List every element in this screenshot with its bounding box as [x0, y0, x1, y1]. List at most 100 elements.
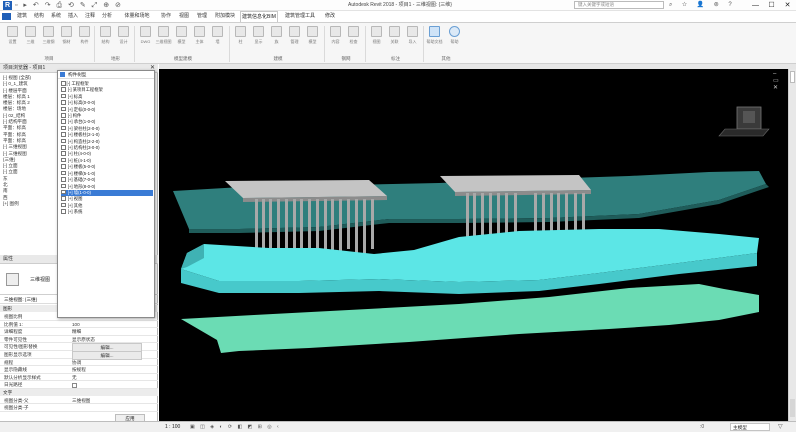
- ribbon-button[interactable]: 内容: [327, 25, 344, 51]
- ribbon-button[interactable]: 墙: [209, 25, 226, 51]
- ribbon-button[interactable]: 检查: [345, 25, 362, 51]
- pile[interactable]: [331, 199, 334, 255]
- checkbox[interactable]: [61, 157, 66, 163]
- view-control-bar[interactable]: ▣ ◫ ◈ ◐ ⟳ ◧ ◩ ⊞ ◎ ‹: [190, 422, 281, 432]
- close-icon[interactable]: ✕: [780, 0, 795, 11]
- revit-logo-icon[interactable]: R: [3, 1, 12, 10]
- tree-item[interactable]: [+] 系统: [61, 209, 153, 215]
- property-row[interactable]: 零件可见性 显示原状态: [0, 336, 158, 344]
- checkbox[interactable]: [61, 132, 66, 137]
- 3d-viewport[interactable]: – ▭ ✕: [159, 69, 788, 421]
- ribbon-button[interactable]: 族: [268, 25, 285, 51]
- view-window-controls[interactable]: – ▭ ✕: [773, 71, 788, 91]
- pile[interactable]: [371, 199, 374, 249]
- ribbon-button[interactable]: 设计: [115, 25, 132, 51]
- tab-collaborate[interactable]: 协作: [158, 11, 174, 22]
- slab-left[interactable]: [225, 180, 387, 198]
- tab-manage[interactable]: 管理: [194, 11, 210, 22]
- ribbon-button[interactable]: 模型: [173, 25, 190, 51]
- viewport-scrollbar[interactable]: [788, 69, 796, 421]
- property-row[interactable]: 图形显示选项 编辑...: [0, 351, 158, 361]
- property-row[interactable]: 规程 协调: [0, 359, 158, 367]
- checkbox[interactable]: [61, 138, 66, 144]
- checkbox[interactable]: [61, 170, 66, 176]
- help-button[interactable]: 帮助: [446, 25, 463, 51]
- checkbox[interactable]: [61, 93, 66, 99]
- checkbox[interactable]: [61, 113, 66, 118]
- tab-bim[interactable]: 建筑信息化BIM: [240, 11, 278, 22]
- checkbox[interactable]: [61, 209, 66, 214]
- checkbox[interactable]: [61, 87, 66, 92]
- checkbox[interactable]: [61, 119, 66, 124]
- tab-modify[interactable]: 修改: [322, 11, 338, 22]
- ribbon-button[interactable]: 柱: [232, 25, 249, 51]
- ribbon-button[interactable]: 结构: [97, 25, 114, 51]
- ribbon-button[interactable]: 模型: [304, 25, 321, 51]
- checkbox[interactable]: [61, 125, 66, 131]
- checkbox[interactable]: [61, 100, 66, 105]
- ribbon-button[interactable]: 设置: [4, 25, 21, 51]
- ribbon-button[interactable]: 管理: [286, 25, 303, 51]
- property-row[interactable]: 视图分类-父 三维视图: [0, 397, 158, 405]
- tab-building-tools[interactable]: 建筑管理工具: [280, 11, 320, 22]
- scroll-thumb[interactable]: [790, 399, 795, 417]
- view-scale[interactable]: 1 : 100: [165, 422, 180, 432]
- pile[interactable]: [285, 199, 288, 255]
- pile[interactable]: [347, 199, 350, 249]
- ribbon-button[interactable]: 主体: [191, 25, 208, 51]
- dialog-titlebar[interactable]: 构件树型: [58, 71, 154, 79]
- tab-view[interactable]: 视图: [176, 11, 192, 22]
- search-input[interactable]: 键入关键字或短语: [574, 1, 664, 9]
- pile[interactable]: [355, 199, 358, 255]
- ribbon-button[interactable]: 关联: [386, 25, 403, 51]
- help-docs-button[interactable]: 帮助文档: [426, 25, 443, 51]
- file-menu-button[interactable]: [2, 13, 11, 20]
- ribbon-button[interactable]: 导入: [404, 25, 421, 51]
- ribbon-button[interactable]: 三维: [22, 25, 39, 51]
- ribbon-button[interactable]: 钢材: [58, 25, 75, 51]
- tab-massing-site[interactable]: 体量和场地: [117, 11, 157, 22]
- tab-insert[interactable]: 插入: [65, 11, 81, 22]
- tab-systems[interactable]: 系统: [48, 11, 64, 22]
- checkbox[interactable]: [61, 189, 66, 195]
- property-row[interactable]: 默认分析显示样式 无: [0, 374, 158, 382]
- property-row[interactable]: 日光路径: [0, 381, 158, 389]
- ribbon-button[interactable]: 三维视图: [155, 25, 172, 51]
- pile[interactable]: [300, 199, 303, 249]
- quick-access-toolbar[interactable]: ▫ ▸ ↶ ↷ ⎙ ⟲ ✎ ⤢ ⊕ ⊘ ⊡ ⊞: [15, 1, 125, 18]
- property-row[interactable]: 详细程度 精细: [0, 328, 158, 336]
- property-row[interactable]: 显示隐藏线 按规程: [0, 366, 158, 374]
- checkbox[interactable]: [61, 106, 66, 112]
- maximize-icon[interactable]: ☐: [764, 0, 779, 11]
- tree-node[interactable]: [+] 图例: [3, 201, 57, 207]
- tab-addins[interactable]: 附加模块: [212, 11, 238, 22]
- sun-path-checkbox[interactable]: [72, 382, 77, 388]
- checkbox[interactable]: [61, 145, 66, 150]
- checkbox[interactable]: [61, 164, 66, 169]
- tab-architecture[interactable]: 建筑: [14, 11, 30, 22]
- pile[interactable]: [262, 199, 265, 255]
- view-cube-icon[interactable]: [718, 106, 770, 137]
- navigation-wheel-icon[interactable]: [790, 71, 795, 83]
- account-tools[interactable]: ⌕ ☆ 👤 ⊚ ?: [669, 1, 739, 10]
- ribbon-button[interactable]: 三维钢: [40, 25, 57, 51]
- ribbon-button[interactable]: 视图: [368, 25, 385, 51]
- pile[interactable]: [255, 199, 258, 249]
- property-row[interactable]: 比例值 1: 100: [0, 321, 158, 329]
- ribbon-button[interactable]: DWG: [137, 25, 154, 51]
- pile[interactable]: [308, 199, 311, 255]
- pile[interactable]: [277, 199, 280, 249]
- pile[interactable]: [363, 199, 366, 261]
- tab-analyze[interactable]: 分析: [99, 11, 115, 22]
- property-row[interactable]: 视图分类-子: [0, 404, 158, 412]
- minimize-icon[interactable]: —: [748, 0, 763, 11]
- ribbon-button[interactable]: 构件: [76, 25, 93, 51]
- checkbox[interactable]: [61, 202, 66, 208]
- slab-right[interactable]: [440, 175, 591, 192]
- workset-selector[interactable]: 主模型: [730, 423, 770, 431]
- tab-structure[interactable]: 结构: [31, 11, 47, 22]
- checkbox[interactable]: [61, 151, 66, 156]
- bottom-terrain[interactable]: [181, 284, 759, 353]
- pile[interactable]: [324, 199, 327, 249]
- checkbox[interactable]: [61, 81, 66, 86]
